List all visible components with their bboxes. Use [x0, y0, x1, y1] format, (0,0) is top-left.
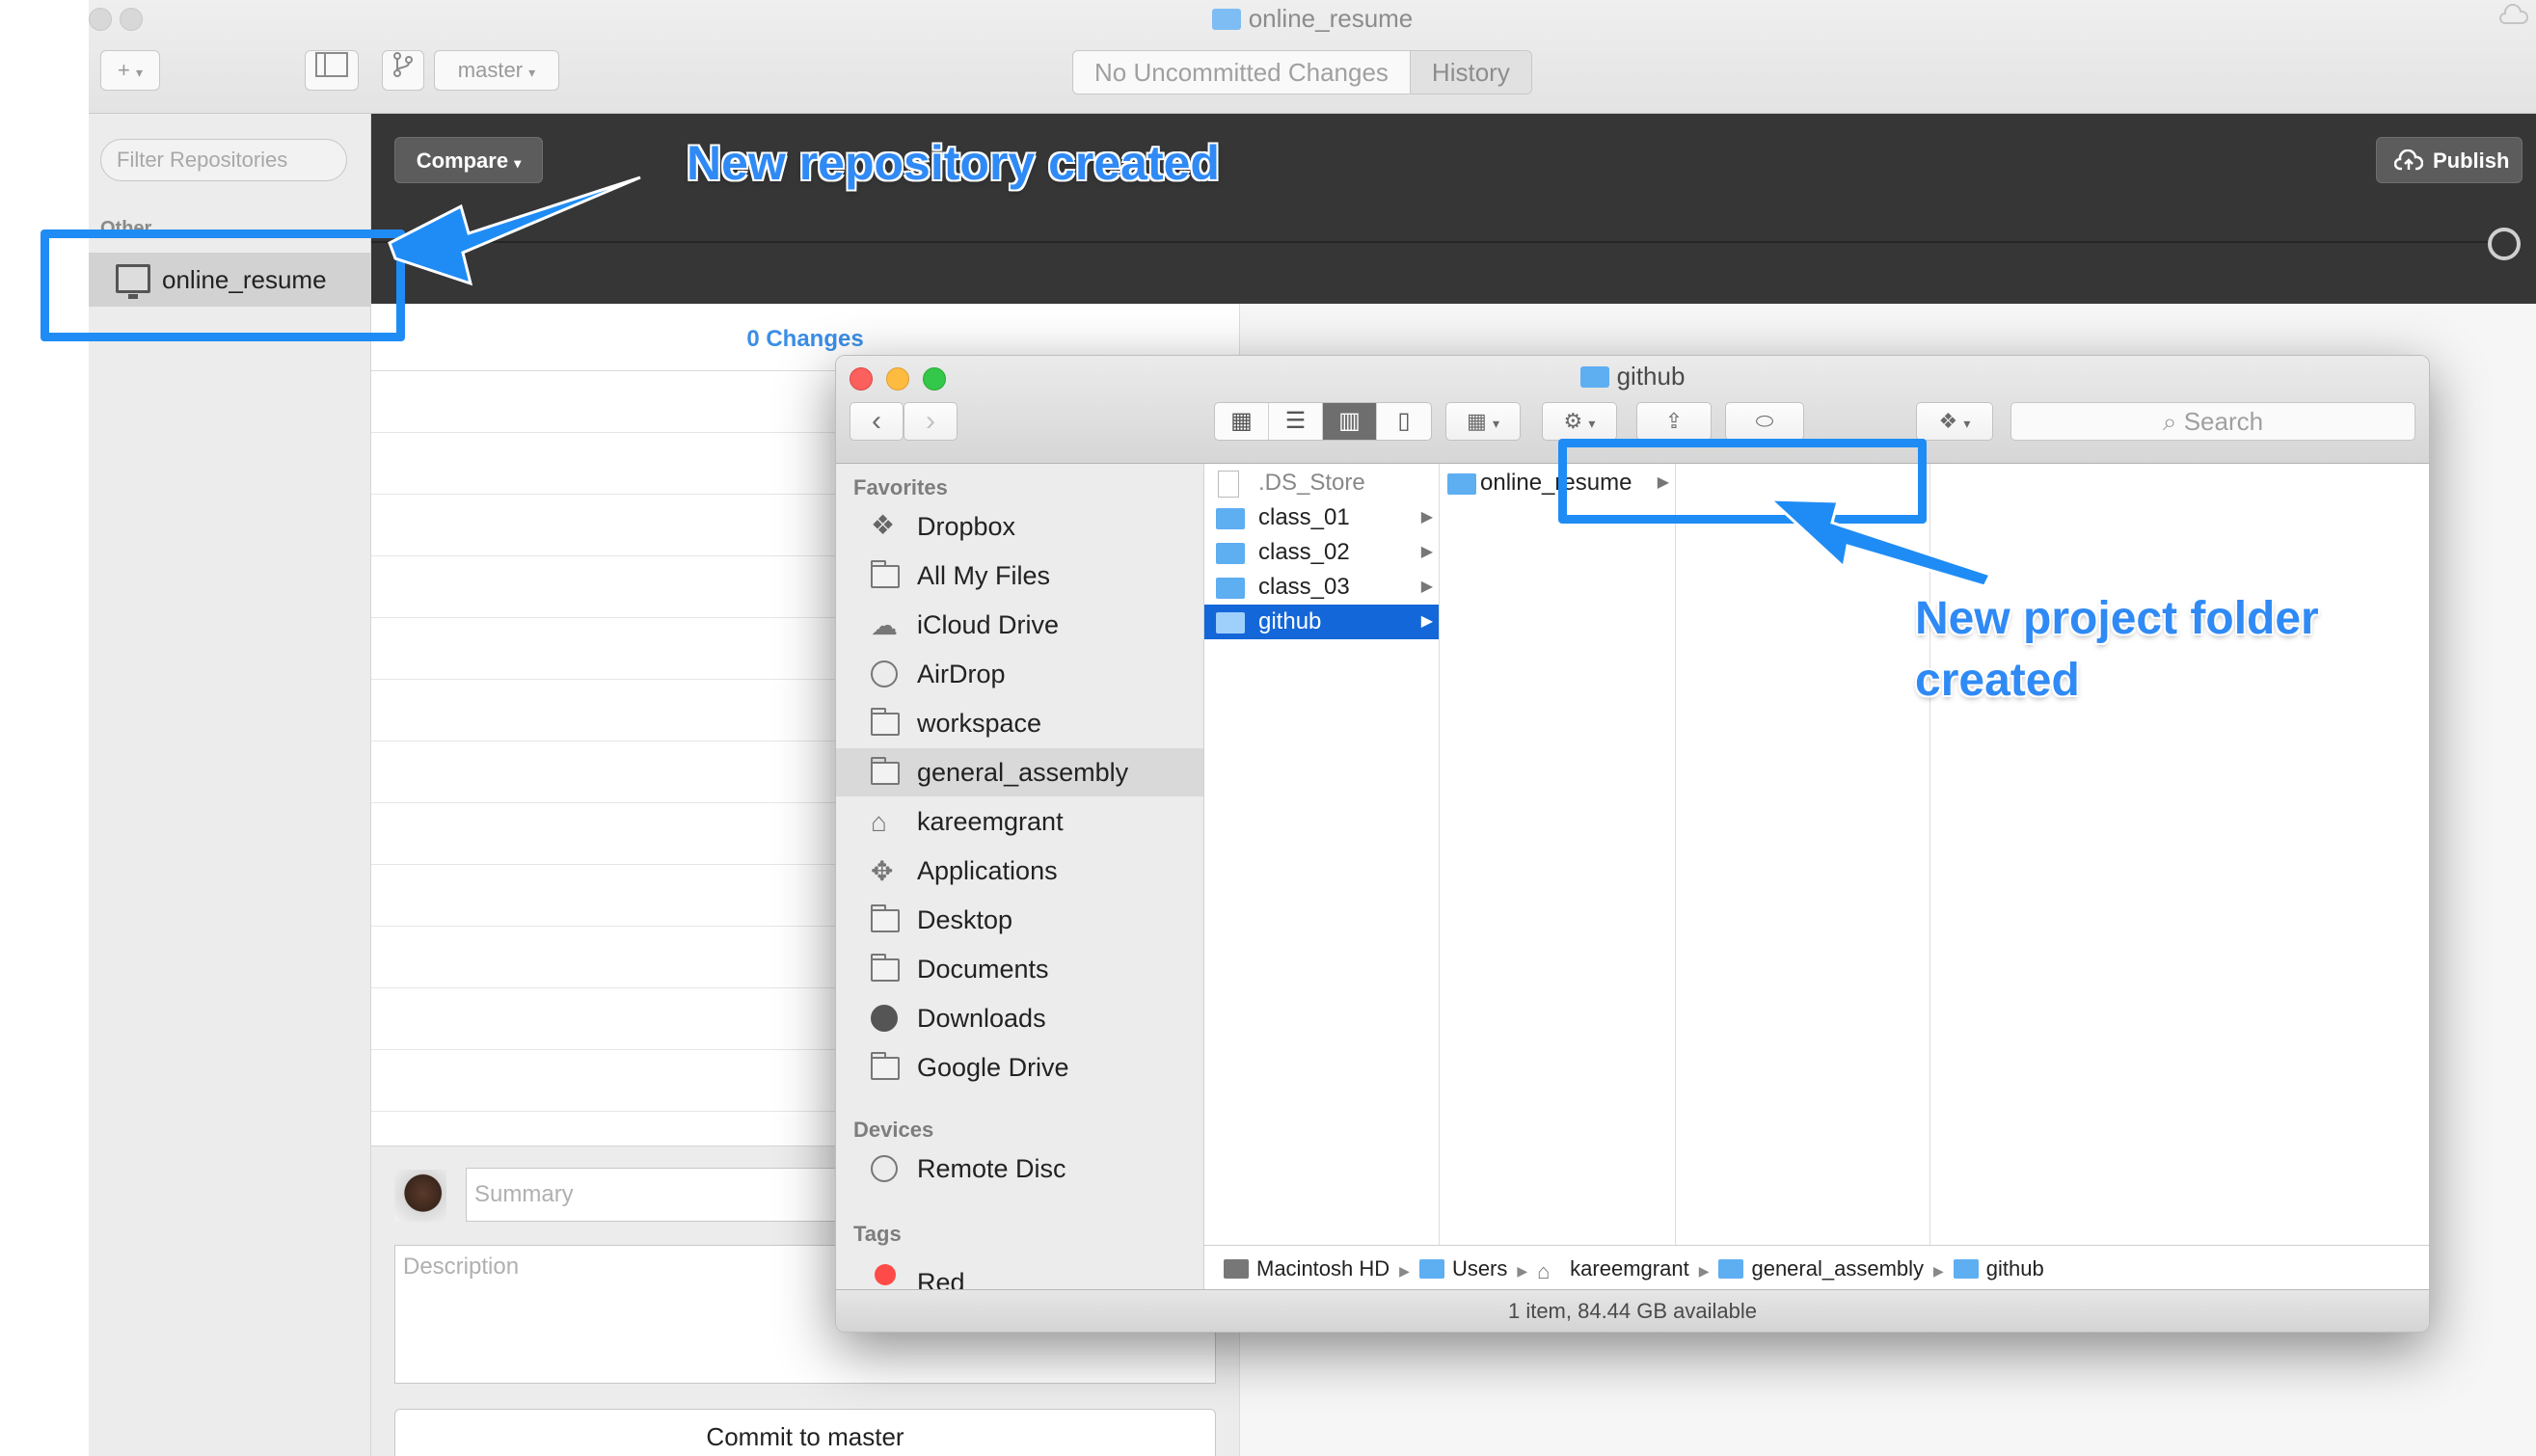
annotation-folder-created-line2: created — [1915, 655, 2080, 706]
annotation-repository-created: New repository created — [687, 136, 1220, 190]
annotation-arrows — [388, 175, 1993, 588]
screenshot-root: online_resume + ▾ master ▾ No Uncommitte… — [0, 0, 2536, 1456]
annotation-folder-created-line1: New project folder — [1915, 593, 2319, 644]
arrow-to-repository — [388, 175, 641, 286]
arrow-to-folder — [1767, 498, 1993, 588]
